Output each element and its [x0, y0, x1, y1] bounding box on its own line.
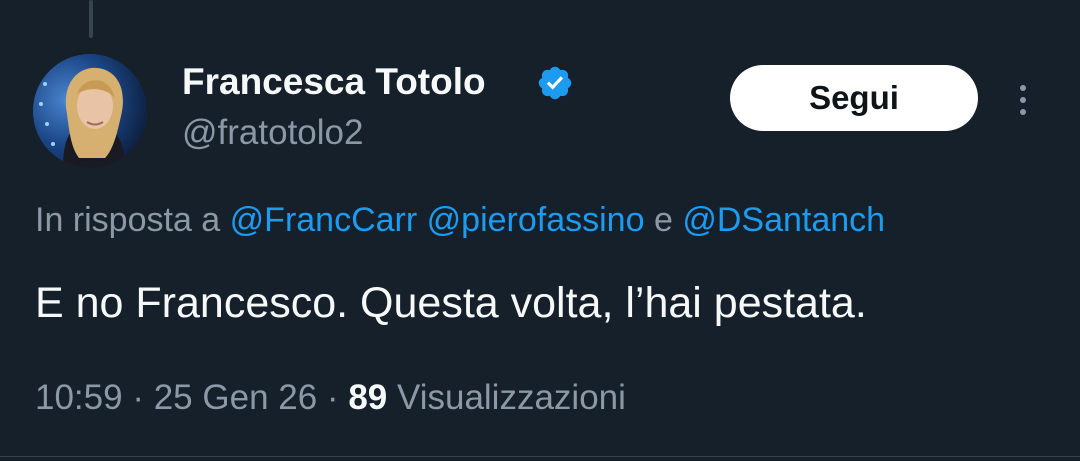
author-name[interactable]: Francesca Totolo: [182, 58, 486, 106]
avatar[interactable]: [33, 54, 147, 168]
reply-context: In risposta a @FrancCarr @pierofassino e…: [35, 196, 885, 244]
thread-connector-line: [89, 0, 93, 38]
views-count: 89: [348, 378, 388, 417]
verified-badge-icon: [538, 66, 572, 100]
tweet-text: E no Francesco. Questa volta, l’hai pest…: [35, 279, 867, 327]
more-options-button[interactable]: [1008, 78, 1038, 122]
follow-button[interactable]: Segui: [730, 65, 978, 131]
tweet-meta: 10:59 · 25 Gen 26 · 89 Visualizzazioni: [35, 374, 626, 422]
meta-separator: ·: [326, 378, 339, 417]
avatar-photo-icon: [33, 54, 147, 168]
more-vertical-icon: [1020, 97, 1026, 103]
tweet-date[interactable]: 25 Gen 26: [154, 378, 317, 417]
views-label: Visualizzazioni: [396, 378, 626, 417]
mention-link[interactable]: @FrancCarr: [230, 201, 418, 239]
mention-link[interactable]: @pierofassino: [427, 201, 645, 239]
divider: [0, 456, 1080, 457]
reply-prefix: In risposta a: [35, 201, 221, 239]
reply-conjunction: e: [653, 201, 673, 239]
more-vertical-icon: [1020, 109, 1026, 115]
mention-link[interactable]: @DSantanch: [682, 201, 885, 239]
more-vertical-icon: [1020, 85, 1026, 91]
meta-separator: ·: [132, 378, 144, 417]
tweet-time[interactable]: 10:59: [35, 378, 123, 417]
author-handle[interactable]: @fratotolo2: [182, 110, 363, 156]
